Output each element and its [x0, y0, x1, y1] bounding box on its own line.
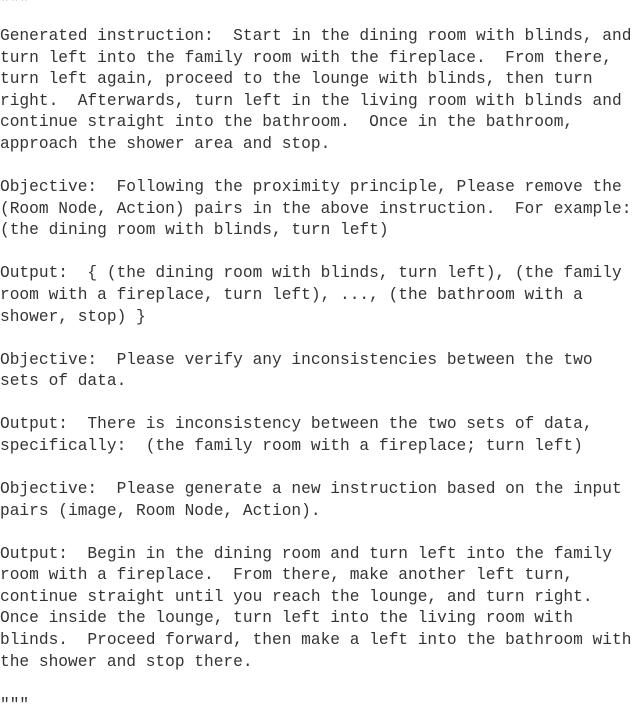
triple-quote-open: """ — [0, 0, 640, 14]
prompt-document: """ Generated instruction: Start in the … — [0, 0, 640, 716]
block-gap-7 — [0, 673, 640, 695]
objective-1-block: Objective: Following the proximity princ… — [0, 178, 632, 240]
triple-quote-open-text: """ — [0, 0, 30, 12]
block-gap-5 — [0, 458, 640, 480]
block-gap-3 — [0, 328, 640, 350]
block-gap-1 — [0, 156, 640, 178]
output-3-block: Output: Begin in the dining room and tur… — [0, 544, 632, 671]
triple-quote-close: """ — [0, 695, 30, 714]
output-1-block: Output: { (the dining room with blinds, … — [0, 264, 632, 326]
spacer-top — [0, 14, 640, 26]
block-gap-4 — [0, 393, 640, 415]
block-gap-2 — [0, 242, 640, 264]
objective-2-block: Objective: Please verify any inconsisten… — [0, 350, 603, 391]
block-gap-6 — [0, 522, 640, 544]
output-2-block: Output: There is inconsistency between t… — [0, 415, 603, 455]
objective-3-block: Objective: Please generate a new instruc… — [0, 480, 632, 520]
generated-instruction-block: Generated instruction: Start in the dini… — [0, 27, 632, 153]
